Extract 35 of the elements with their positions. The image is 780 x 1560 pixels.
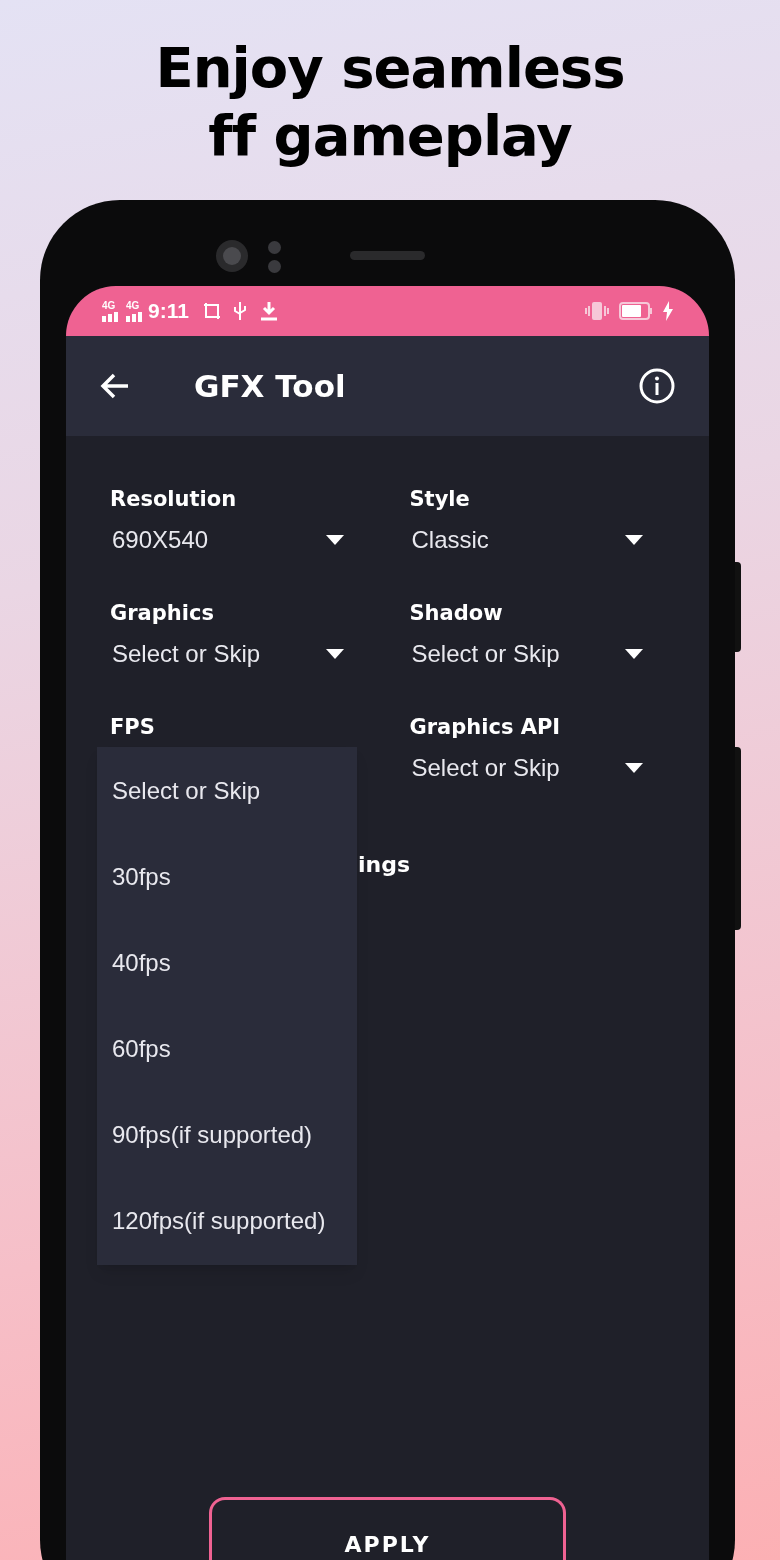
dropdown-arrow-icon xyxy=(625,535,643,545)
headline: Enjoy seamless xyxy=(155,34,625,102)
menu-item[interactable]: 60fps xyxy=(97,1006,357,1092)
field-label: Graphics xyxy=(110,600,215,626)
menu-item[interactable]: 30fps xyxy=(97,834,357,920)
dropdown-field[interactable]: Select or Skip xyxy=(110,626,344,682)
menu-item[interactable]: 90fps(if supported) xyxy=(97,1092,357,1178)
menu-item[interactable]: 40fps xyxy=(97,920,357,1006)
field-label: Shadow xyxy=(409,600,504,626)
dropdown-field[interactable]: Select or Skip xyxy=(409,740,643,796)
dropdown-arrow-icon xyxy=(625,649,643,659)
battery-icon xyxy=(619,302,653,320)
headline: ff gameplay xyxy=(208,102,572,170)
field-label: FPS xyxy=(110,714,156,740)
back-arrow-icon[interactable] xyxy=(100,372,130,400)
vibrate-icon xyxy=(585,301,609,321)
field-label: Style xyxy=(409,486,471,512)
menu-item[interactable]: 120fps(if supported) xyxy=(97,1178,357,1264)
info-icon[interactable] xyxy=(639,368,675,404)
dropdown-arrow-icon xyxy=(625,763,643,773)
sensor-icon xyxy=(268,241,282,273)
dropdown-field[interactable]: Classic xyxy=(409,512,643,568)
dropdown-field[interactable]: 690X540 xyxy=(110,512,344,568)
field-label: Graphics API xyxy=(409,714,562,740)
menu-item[interactable]: Select or Skip xyxy=(97,748,357,834)
dropdown-field[interactable]: Select or Skip xyxy=(409,626,643,682)
download-icon xyxy=(258,301,279,321)
app-title: GFX Tool xyxy=(194,366,346,406)
charging-icon xyxy=(663,301,673,321)
dropdown-arrow-icon xyxy=(325,649,344,659)
section-heading: ings xyxy=(358,851,411,879)
field-label: Resolution xyxy=(110,486,238,512)
dropdown-arrow-icon xyxy=(325,535,344,545)
clock: 9:11 xyxy=(148,298,189,325)
apply-button[interactable]: APPLY xyxy=(209,1497,566,1560)
